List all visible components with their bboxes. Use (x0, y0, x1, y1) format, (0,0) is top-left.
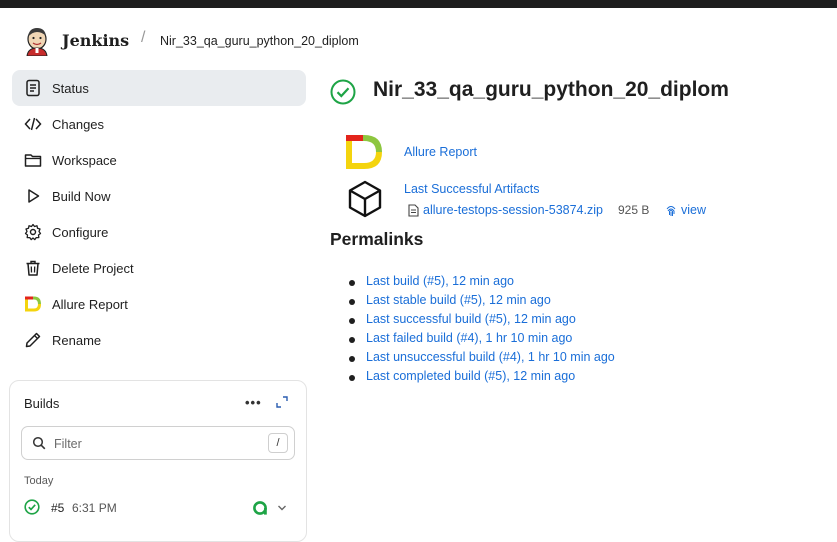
build-number[interactable]: #5 (51, 501, 64, 515)
list-item: Last successful build (#5), 12 min ago (366, 312, 615, 331)
filter-input[interactable] (52, 434, 256, 454)
file-icon (408, 204, 419, 217)
builds-group-label: Today (24, 475, 53, 487)
breadcrumb-project[interactable]: Nir_33_qa_guru_python_20_diplom (160, 34, 359, 48)
permalink-last-successful-build[interactable]: Last successful build (#5), 12 min ago (366, 312, 576, 326)
sidebar-item-status[interactable]: Status (12, 70, 306, 106)
search-icon (32, 436, 46, 450)
play-icon (23, 186, 43, 206)
sidebar-item-build-now[interactable]: Build Now (12, 178, 306, 214)
list-item: Last failed build (#4), 1 hr 10 min ago (366, 331, 615, 350)
sidebar-item-rename[interactable]: Rename (12, 322, 306, 358)
sidebar-item-changes[interactable]: Changes (12, 106, 306, 142)
filter-field[interactable]: / (21, 426, 295, 460)
permalinks-heading: Permalinks (330, 229, 423, 250)
sidebar-item-delete-project[interactable]: Delete Project (12, 250, 306, 286)
sidebar-item-workspace[interactable]: Workspace (12, 142, 306, 178)
breadcrumb-separator: / (141, 29, 145, 47)
list-item: Last build (#5), 12 min ago (366, 274, 615, 293)
code-icon (23, 114, 43, 134)
sidebar-item-label: Status (52, 81, 89, 96)
build-row[interactable]: #5 6:31 PM (24, 499, 294, 519)
sidebar: Status Changes Workspace Build Now Confi… (12, 70, 306, 358)
expand-icon[interactable] (275, 395, 289, 409)
success-icon (24, 499, 40, 515)
list-item: Last completed build (#5), 12 min ago (366, 369, 615, 388)
more-options-button[interactable]: ••• (245, 395, 262, 410)
allure-build-icon[interactable] (252, 500, 268, 516)
page-title: Nir_33_qa_guru_python_20_diplom (373, 78, 729, 102)
allure-report-link[interactable]: Allure Report (404, 145, 477, 159)
allure-icon (23, 294, 43, 314)
list-item: Last unsuccessful build (#4), 1 hr 10 mi… (366, 350, 615, 369)
package-icon (347, 180, 383, 218)
sidebar-item-label: Rename (52, 333, 101, 348)
fingerprint-icon (665, 204, 677, 217)
build-time: 6:31 PM (72, 501, 117, 515)
jenkins-logo-icon[interactable] (24, 26, 50, 56)
artifact-size: 925 B (618, 203, 649, 217)
view-fingerprint-link[interactable]: view (681, 203, 706, 217)
header: Jenkins / Nir_33_qa_guru_python_20_diplo… (0, 8, 837, 68)
status-icon (23, 78, 43, 98)
chevron-down-icon[interactable] (276, 501, 288, 513)
sidebar-item-label: Configure (52, 225, 108, 240)
permalinks-list: Last build (#5), 12 min ago Last stable … (366, 274, 615, 388)
permalink-last-completed-build[interactable]: Last completed build (#5), 12 min ago (366, 369, 575, 383)
sidebar-item-configure[interactable]: Configure (12, 214, 306, 250)
permalink-last-build[interactable]: Last build (#5), 12 min ago (366, 274, 514, 288)
allure-report-icon (345, 134, 383, 170)
artifact-file-link[interactable]: allure-testops-session-53874.zip (423, 203, 603, 217)
last-successful-artifacts-link[interactable]: Last Successful Artifacts (404, 182, 539, 196)
permalink-last-failed-build[interactable]: Last failed build (#4), 1 hr 10 min ago (366, 331, 572, 345)
sidebar-item-allure-report[interactable]: Allure Report (12, 286, 306, 322)
builds-title: Builds (24, 396, 59, 411)
success-status-icon (330, 79, 356, 105)
folder-icon (23, 150, 43, 170)
builds-panel: Builds ••• / Today #5 6:31 PM (9, 380, 307, 542)
sidebar-item-label: Workspace (52, 153, 117, 168)
filter-shortcut-key: / (268, 433, 288, 453)
sidebar-item-label: Build Now (52, 189, 111, 204)
permalink-last-unsuccessful-build[interactable]: Last unsuccessful build (#4), 1 hr 10 mi… (366, 350, 615, 364)
sidebar-item-label: Delete Project (52, 261, 134, 276)
trash-icon (23, 258, 43, 278)
list-item: Last stable build (#5), 12 min ago (366, 293, 615, 312)
window-top-bar (0, 0, 837, 8)
brand-name[interactable]: Jenkins (62, 31, 129, 50)
permalink-last-stable-build[interactable]: Last stable build (#5), 12 min ago (366, 293, 551, 307)
gear-icon (23, 222, 43, 242)
pencil-icon (23, 330, 43, 350)
sidebar-item-label: Allure Report (52, 297, 128, 312)
sidebar-item-label: Changes (52, 117, 104, 132)
